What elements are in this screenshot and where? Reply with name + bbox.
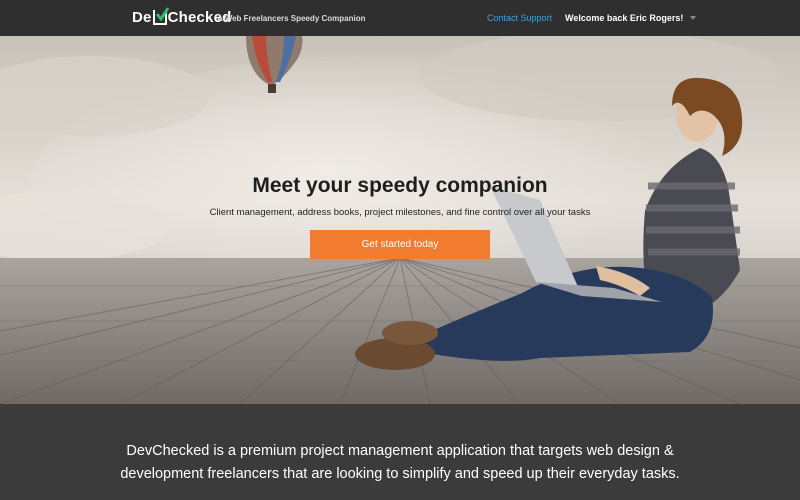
hero-section: Meet your speedy companion Client manage…	[0, 36, 800, 404]
user-menu[interactable]: Welcome back Eric Rogers!	[565, 13, 697, 23]
get-started-button[interactable]: Get started today	[310, 230, 490, 259]
about-description: DevChecked is a premium project manageme…	[0, 440, 800, 486]
tagline: A Web Freelancers Speedy Companion	[217, 14, 366, 23]
checkmark-icon	[152, 7, 169, 25]
logo-text-start: De	[132, 9, 152, 26]
hero-background-image	[0, 36, 800, 404]
about-section: DevChecked is a premium project manageme…	[0, 404, 800, 500]
top-navbar: De Checked A Web Freelancers Speedy Comp…	[0, 0, 800, 36]
hero-subtitle: Client management, address books, projec…	[209, 207, 591, 218]
contact-support-link[interactable]: Contact Support	[487, 13, 552, 23]
user-greeting: Welcome back Eric Rogers!	[565, 13, 684, 23]
hero-title: Meet your speedy companion	[252, 174, 548, 197]
caret-down-icon	[690, 16, 697, 20]
about-line-2: development freelancers that are looking…	[120, 466, 680, 482]
about-line-1: DevChecked is a premium project manageme…	[126, 443, 674, 459]
